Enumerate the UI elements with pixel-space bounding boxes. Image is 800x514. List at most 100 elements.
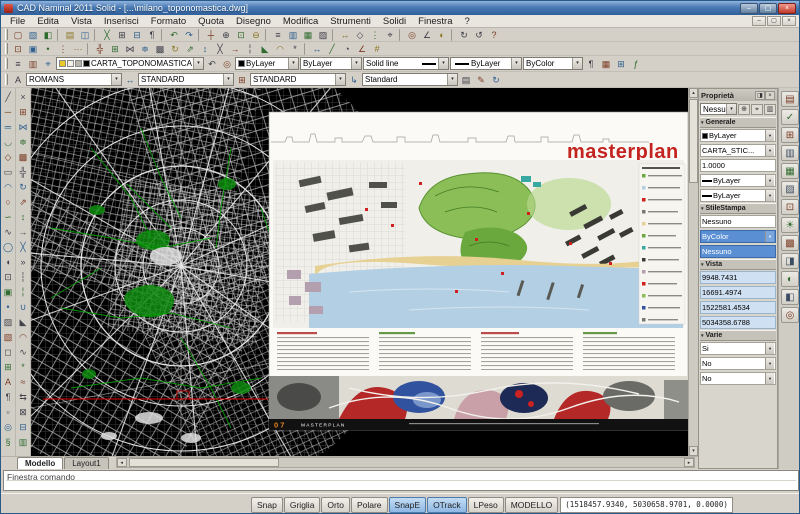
chevron-down-icon[interactable]: ▾ <box>351 58 361 69</box>
scroll-left-icon[interactable]: ◂ <box>117 458 127 467</box>
grid-toggle[interactable]: Griglia <box>284 497 321 513</box>
polar-toggle[interactable]: Polare <box>351 497 388 513</box>
separator[interactable] <box>399 29 403 41</box>
separator[interactable] <box>304 43 308 55</box>
lengthen-icon[interactable]: → <box>16 224 30 239</box>
array-icon[interactable]: ▩ <box>16 149 30 164</box>
dim-aligned-icon[interactable]: ╱ <box>325 42 339 55</box>
scale-icon[interactable]: ⇗ <box>16 194 30 209</box>
dim-radius-icon[interactable]: ◔ <box>340 42 354 55</box>
scale-icon[interactable]: ⇗ <box>183 42 197 55</box>
align-icon[interactable]: ≈ <box>16 374 30 389</box>
menu-strumenti[interactable]: Strumenti <box>324 16 377 27</box>
chevron-down-icon[interactable]: ▾ <box>765 343 774 354</box>
drawing-canvas[interactable]: masterplan <box>31 88 688 456</box>
copy-icon[interactable]: ⊞ <box>115 28 129 41</box>
scroll-right-icon[interactable]: ▸ <box>684 458 694 467</box>
make-block-icon[interactable]: ▣ <box>1 284 15 299</box>
prop-layer[interactable]: CARTA_STIC...▾ <box>700 144 776 157</box>
prop-view-width[interactable]: 1522581.4534 <box>700 301 776 314</box>
extend-icon[interactable]: → <box>228 42 242 55</box>
close-panel-icon[interactable]: × <box>765 91 775 100</box>
chamfer-icon[interactable]: ◣ <box>258 42 272 55</box>
spline-icon[interactable]: ∿ <box>1 224 15 239</box>
linetype-dropdown[interactable]: ByLayer ▾ <box>300 57 362 70</box>
otrack-toggle[interactable]: OTrack <box>427 497 467 513</box>
prop-linetype-scale[interactable]: 1.0000 <box>700 159 776 172</box>
tab-layout1[interactable]: Layout1 <box>64 457 108 469</box>
move-icon[interactable]: ╬ <box>93 42 107 55</box>
paste-icon[interactable]: ⊟ <box>130 28 144 41</box>
ortho-toggle[interactable]: Orto <box>321 497 350 513</box>
layers-icon[interactable]: ≡ <box>271 28 285 41</box>
layer-isolate-icon[interactable]: ◎ <box>220 57 234 70</box>
plot-style-dropdown[interactable]: ByColor ▾ <box>523 57 583 70</box>
chevron-down-icon[interactable]: ▾ <box>765 358 774 369</box>
break-icon[interactable]: ╎ <box>16 284 30 299</box>
rotate-icon[interactable]: ↻ <box>168 42 182 55</box>
mdi-minimize-button[interactable]: – <box>752 16 766 26</box>
text-style-dropdown[interactable]: ROMANS ▾ <box>26 73 122 86</box>
separator[interactable] <box>451 29 455 41</box>
prop-plot-style[interactable]: Nessuno <box>700 215 776 228</box>
toolbar-grip[interactable] <box>5 74 8 85</box>
osnap-settings-icon[interactable]: ◎ <box>405 28 419 41</box>
chevron-down-icon[interactable]: ▾ <box>511 58 521 69</box>
chevron-down-icon[interactable]: ▾ <box>111 74 121 85</box>
section-stilestampa[interactable]: ▾StileStampa <box>700 203 776 214</box>
camera-icon[interactable]: ◎ <box>781 307 799 323</box>
model-space-button[interactable]: MODELLO <box>505 497 559 513</box>
layer-previous-icon[interactable]: ↶ <box>205 57 219 70</box>
dim-linear-icon[interactable]: ↔ <box>310 42 324 55</box>
command-input[interactable]: Finestra comando <box>3 470 799 491</box>
distance-icon[interactable]: ↔ <box>338 28 352 41</box>
point-icon[interactable]: • <box>41 42 55 55</box>
mirror-icon[interactable]: ⋈ <box>123 42 137 55</box>
lights-icon[interactable]: ☀ <box>781 217 799 233</box>
scroll-up-icon[interactable]: ▴ <box>689 88 698 98</box>
text-style-icon[interactable]: A <box>11 73 25 86</box>
plot-style-manager-icon[interactable]: ▦ <box>599 57 613 70</box>
separator[interactable] <box>332 29 336 41</box>
design-center-icon[interactable]: ▦ <box>301 28 315 41</box>
scroll-down-icon[interactable]: ▾ <box>689 446 698 456</box>
properties-icon[interactable]: ▥ <box>286 28 300 41</box>
layer-dropdown[interactable]: CARTA_TOPONOMASTICA ▾ <box>56 57 204 70</box>
tab-modello[interactable]: Modello <box>17 457 63 469</box>
toolbar-grip[interactable] <box>5 29 8 40</box>
table-style-icon[interactable]: ⊞ <box>235 73 249 86</box>
ucs-icon[interactable]: ∠ <box>420 28 434 41</box>
section-vista[interactable]: ▾Vista <box>700 259 776 270</box>
reverse-icon[interactable]: ⇆ <box>16 389 30 404</box>
rotate-icon[interactable]: ↻ <box>16 179 30 194</box>
stretch-icon[interactable]: ↕ <box>198 42 212 55</box>
maximize-button[interactable]: ▢ <box>759 3 777 14</box>
layer-properties-icon[interactable]: ≡ <box>11 57 25 70</box>
menu-edita[interactable]: Edita <box>31 16 65 27</box>
separator[interactable] <box>265 29 269 41</box>
markup-manager-icon[interactable]: ✓ <box>781 109 799 125</box>
horizontal-scrollbar[interactable]: ◂ ▸ <box>116 457 695 468</box>
prop-center-y[interactable]: 16691.4974 <box>700 286 776 299</box>
quick-select-icon[interactable]: ▥ <box>764 104 776 115</box>
text-icon[interactable]: A <box>1 374 15 389</box>
match-properties-icon[interactable]: ¶ <box>145 28 159 41</box>
separator[interactable] <box>87 43 91 55</box>
save-icon[interactable]: ◧ <box>41 28 55 41</box>
mirror-icon[interactable]: ⋈ <box>16 119 30 134</box>
materials-icon[interactable]: ▩ <box>781 235 799 251</box>
divide-icon[interactable]: ⋮ <box>56 42 70 55</box>
print-preview-icon[interactable]: ◫ <box>78 28 92 41</box>
trim-icon[interactable]: ╳ <box>16 239 30 254</box>
new-file-icon[interactable]: ▢ <box>11 28 25 41</box>
prop-lineweight[interactable]: ByLayer▾ <box>700 189 776 202</box>
menu-quota[interactable]: Quota <box>192 16 230 27</box>
prop-ucs-icon-origin[interactable]: No▾ <box>700 357 776 370</box>
linetype-name-dropdown[interactable]: Solid line ▾ <box>363 57 449 70</box>
section-generale[interactable]: ▾Generale <box>700 117 776 128</box>
insert-block-icon[interactable]: ⊡ <box>1 269 15 284</box>
snap-toggle[interactable]: Snap <box>251 497 283 513</box>
dim-style-icon[interactable]: # <box>370 42 384 55</box>
polygon-icon[interactable]: ◇ <box>1 149 15 164</box>
prop-ucs-icon-on[interactable]: Si▾ <box>700 342 776 355</box>
